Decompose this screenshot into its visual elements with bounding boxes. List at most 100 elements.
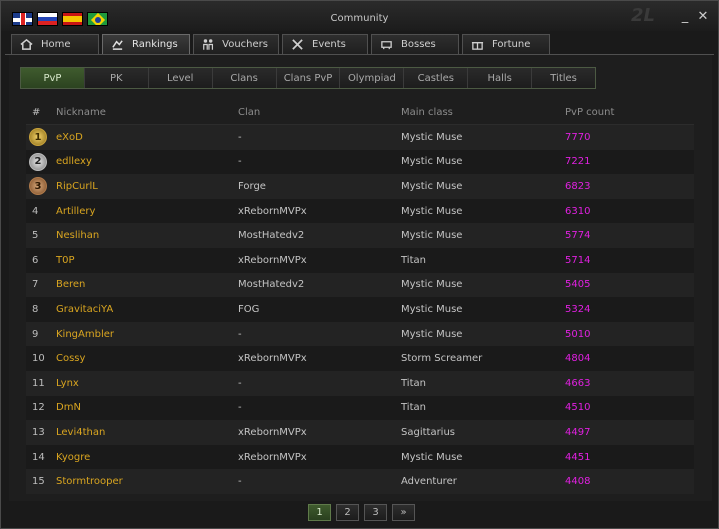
main-class-cell: Storm Screamer (401, 353, 483, 365)
table-row[interactable]: 3 RipCurlL Forge Mystic Muse 6823 (26, 174, 694, 199)
nickname-cell[interactable]: eXoD (56, 132, 238, 143)
rank-cell: 15 (32, 476, 45, 488)
table-row[interactable]: 13 Levi4than xRebornMVPx Sagittarius 4497 (26, 420, 694, 445)
table-row[interactable]: 4 Artillery xRebornMVPx Mystic Muse 6310 (26, 198, 694, 224)
rank-cell: 4 (32, 205, 39, 217)
rank-cell: 6 (32, 254, 39, 266)
nickname-cell[interactable]: Beren (56, 279, 238, 290)
subtab-olympiad[interactable]: Olympiad (340, 68, 405, 88)
table-row[interactable]: 9 KingAmbler - Mystic Muse 5010 (26, 321, 694, 347)
nickname-cell[interactable]: Stormtrooper (56, 476, 238, 487)
subtab-pk[interactable]: PK (84, 68, 149, 88)
clan-cell: FOG (238, 303, 260, 315)
rank-medal-icon: 2 (29, 152, 47, 171)
table-row[interactable]: 15 Stormtrooper - Adventurer 4408 (26, 469, 694, 494)
main-class-cell: Mystic Muse (401, 131, 463, 143)
brand-watermark-icon: 2L (631, 5, 655, 26)
nickname-cell[interactable]: Kyogre (56, 452, 238, 463)
pvp-count-cell: 5010 (565, 328, 591, 340)
table-row[interactable]: 6 T0P xRebornMVPx Titan 5714 (26, 247, 694, 273)
tab-label: Bosses (401, 39, 436, 50)
tab-label: Vouchers (222, 39, 268, 50)
fortune-icon (471, 41, 484, 50)
page-button-1[interactable]: 1 (308, 504, 331, 521)
tab-vouchers[interactable]: Vouchers (193, 34, 279, 54)
main-class-cell: Titan (401, 377, 426, 389)
clan-cell: xRebornMVPx (238, 254, 307, 266)
rank-cell: 12 (32, 402, 45, 414)
nickname-cell[interactable]: RipCurlL (56, 181, 238, 192)
nickname-cell[interactable]: Levi4than (56, 427, 238, 438)
subtab-castles[interactable]: Castles (404, 68, 469, 88)
nickname-cell[interactable]: Cossy (56, 353, 238, 364)
table-row[interactable]: 1 eXoD - Mystic Muse 7770 (26, 125, 694, 150)
ranking-table: # Nickname Clan Main class PvP count 1 eX… (26, 101, 694, 494)
tab-bosses[interactable]: Bosses (371, 34, 459, 54)
table-row[interactable]: 7 Beren MostHatedv2 Mystic Muse 5405 (26, 272, 694, 298)
ranking-subtabs: PvP PK Level Clans Clans PvP Olympiad Ca… (20, 67, 596, 89)
nickname-cell[interactable]: Lynx (56, 378, 238, 389)
table-row[interactable]: 2 edllexy - Mystic Muse 7221 (26, 149, 694, 175)
nickname-cell[interactable]: Neslihan (56, 230, 238, 241)
table-row[interactable]: 11 Lynx - Titan 4663 (26, 370, 694, 396)
pagination: 1 2 3 » (308, 504, 415, 521)
tab-label: Rankings (132, 39, 178, 50)
table-row[interactable]: 10 Cossy xRebornMVPx Storm Screamer 4804 (26, 346, 694, 371)
nickname-cell[interactable]: KingAmbler (56, 329, 238, 340)
clan-cell: - (238, 377, 242, 389)
tab-events[interactable]: Events (282, 34, 368, 54)
main-class-cell: Mystic Muse (401, 328, 463, 340)
rank-cell: 13 (32, 426, 45, 438)
header-clan: Clan (238, 107, 261, 118)
title-bar: Community 2L _ ✕ (1, 1, 718, 31)
pvp-count-cell: 4497 (565, 426, 591, 438)
pvp-count-cell: 4663 (565, 377, 591, 389)
minimize-button[interactable]: _ (679, 10, 691, 24)
next-page-button[interactable]: » (392, 504, 415, 521)
clan-cell: Forge (238, 180, 266, 192)
main-class-cell: Sagittarius (401, 426, 456, 438)
nickname-cell[interactable]: DmN (56, 402, 238, 413)
table-row[interactable]: 5 Neslihan MostHatedv2 Mystic Muse 5774 (26, 223, 694, 248)
header-nickname: Nickname (56, 107, 106, 118)
pvp-count-cell: 6823 (565, 180, 591, 192)
nickname-cell[interactable]: T0P (56, 255, 238, 266)
table-row[interactable]: 14 Kyogre xRebornMVPx Mystic Muse 4451 (26, 444, 694, 470)
pvp-count-cell: 5324 (565, 303, 591, 315)
table-row[interactable]: 8 GravitaciYA FOG Mystic Muse 5324 (26, 297, 694, 322)
subtab-clans-pvp[interactable]: Clans PvP (276, 68, 341, 88)
main-tabs: Home Rankings Vouchers Events Bosses For… (11, 34, 550, 54)
clan-cell: xRebornMVPx (238, 205, 307, 217)
subtab-clans[interactable]: Clans (212, 68, 277, 88)
main-class-cell: Adventurer (401, 476, 457, 488)
clan-cell: - (238, 402, 242, 414)
tab-fortune[interactable]: Fortune (462, 34, 550, 54)
table-body: 1 eXoD - Mystic Muse 7770 2 edllexy - Mystic Mus… (26, 125, 694, 494)
subtab-pvp[interactable]: PvP (21, 68, 85, 88)
clan-cell: xRebornMVPx (238, 353, 307, 365)
window-title: Community (330, 13, 389, 24)
page-button-3[interactable]: 3 (364, 504, 387, 521)
rank-cell: 9 (32, 328, 39, 340)
clan-cell: xRebornMVPx (238, 451, 307, 463)
nickname-cell[interactable]: GravitaciYA (56, 304, 238, 315)
tab-rankings[interactable]: Rankings (102, 34, 190, 54)
page-button-2[interactable]: 2 (336, 504, 359, 521)
rank-cell: 11 (32, 377, 45, 389)
main-class-cell: Titan (401, 254, 426, 266)
subtab-titles[interactable]: Titles (532, 68, 596, 88)
subtab-halls[interactable]: Halls (468, 68, 533, 88)
tab-home[interactable]: Home (11, 34, 99, 54)
rank-cell: 7 (32, 279, 39, 291)
main-class-cell: Mystic Muse (401, 205, 463, 217)
close-button[interactable]: ✕ (696, 10, 710, 24)
tab-label: Events (312, 39, 346, 50)
subtab-level[interactable]: Level (148, 68, 213, 88)
table-row[interactable]: 12 DmN - Titan 4510 (26, 395, 694, 421)
main-class-cell: Mystic Muse (401, 180, 463, 192)
table-header: # Nickname Clan Main class PvP count (26, 101, 694, 125)
nickname-cell[interactable]: Artillery (56, 206, 238, 217)
clan-cell: - (238, 328, 242, 340)
nickname-cell[interactable]: edllexy (56, 156, 238, 167)
home-icon (20, 38, 33, 50)
